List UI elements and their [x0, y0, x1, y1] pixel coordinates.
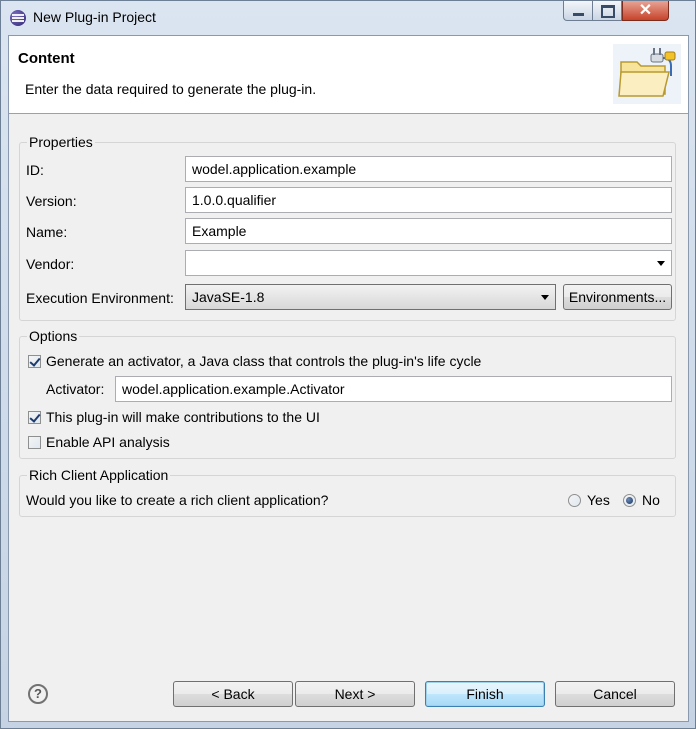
close-button[interactable]: ✕ [622, 1, 669, 21]
api-analysis-label: Enable API analysis [46, 434, 170, 450]
environments-button[interactable]: Environments... [563, 284, 672, 310]
version-field[interactable] [185, 187, 672, 213]
eclipse-icon [10, 10, 26, 26]
chevron-down-icon [657, 261, 665, 266]
api-analysis-checkbox[interactable] [28, 436, 41, 449]
generate-activator-checkbox[interactable] [28, 355, 41, 368]
options-group-label: Options [27, 328, 80, 344]
rich-client-question: Would you like to create a rich client a… [26, 492, 329, 508]
generate-activator-label: Generate an activator, a Java class that… [46, 353, 482, 369]
ui-contributions-label: This plug-in will make contributions to … [46, 409, 320, 425]
wizard-content: Content Enter the data required to gener… [8, 35, 689, 722]
title-bar: New Plug-in Project ✕ [1, 1, 695, 35]
execution-environment-label: Execution Environment: [26, 290, 174, 306]
dialog-window: New Plug-in Project ✕ Content Enter the … [0, 0, 696, 729]
close-icon: ✕ [638, 2, 653, 19]
id-field[interactable] [185, 156, 672, 182]
execution-environment-select[interactable]: JavaSE-1.8 [185, 284, 556, 310]
vendor-label: Vendor: [26, 256, 75, 272]
help-icon[interactable]: ? [28, 684, 48, 704]
wizard-banner: Content Enter the data required to gener… [9, 36, 688, 114]
vendor-combo[interactable] [185, 250, 672, 276]
finish-button[interactable]: Finish [425, 681, 545, 707]
activator-label: Activator: [46, 381, 105, 397]
name-label: Name: [26, 224, 68, 240]
rich-client-group-label: Rich Client Application [27, 467, 171, 483]
rcp-yes-label: Yes [587, 492, 610, 508]
execution-environment-value: JavaSE-1.8 [192, 289, 265, 305]
rcp-no-label: No [642, 492, 660, 508]
rcp-yes-radio[interactable] [568, 494, 581, 507]
page-description: Enter the data required to generate the … [25, 81, 317, 97]
window-title: New Plug-in Project [33, 9, 156, 25]
rcp-no-radio[interactable] [623, 494, 636, 507]
id-label: ID: [26, 162, 44, 178]
properties-group-label: Properties [27, 134, 95, 150]
activator-field[interactable] [115, 376, 672, 402]
next-button[interactable]: Next > [295, 681, 415, 707]
folder-plugin-icon [613, 44, 681, 104]
minimize-button[interactable] [563, 1, 593, 21]
back-button[interactable]: < Back [173, 681, 293, 707]
name-field[interactable] [185, 218, 672, 244]
cancel-button[interactable]: Cancel [555, 681, 675, 707]
version-label: Version: [26, 193, 77, 209]
chevron-down-icon [541, 295, 549, 300]
ui-contributions-checkbox[interactable] [28, 411, 41, 424]
maximize-button[interactable] [592, 1, 622, 21]
page-title: Content [18, 50, 75, 67]
